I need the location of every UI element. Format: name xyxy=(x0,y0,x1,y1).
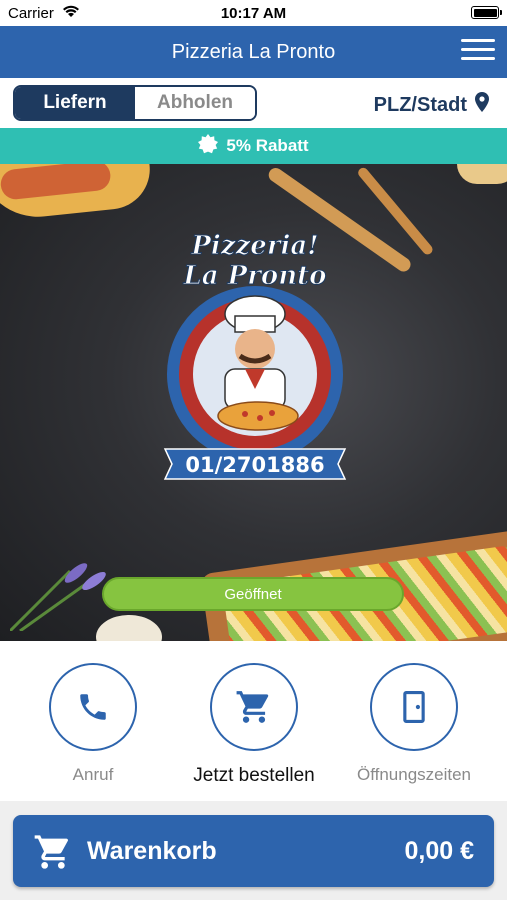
battery-icon xyxy=(471,6,502,19)
pasta-decoration xyxy=(457,164,507,184)
tab-abholen[interactable]: Abholen xyxy=(135,87,255,119)
hours-action[interactable]: Öffnungszeiten xyxy=(334,663,494,785)
cart-total: 0,00 € xyxy=(404,837,474,865)
open-status-badge: Geöffnet xyxy=(102,577,404,611)
discount-label: 5% Rabatt xyxy=(226,136,309,155)
phone-icon xyxy=(80,694,106,720)
restaurant-logo: Pizzeria! La Pronto 01/2701886 xyxy=(163,231,347,480)
call-label: Anruf xyxy=(72,765,114,784)
quick-actions: Anruf Jetzt bestellen Öffnungszeiten xyxy=(0,641,507,801)
tab-liefern[interactable]: Liefern xyxy=(15,87,135,119)
map-pin-icon xyxy=(475,92,489,118)
svg-text:Pizzeria!: Pizzeria! xyxy=(190,231,318,261)
pizza-decoration xyxy=(0,164,154,223)
svg-text:01/2701886: 01/2701886 xyxy=(185,453,324,477)
clock: 10:17 AM xyxy=(220,5,287,22)
order-button[interactable] xyxy=(210,663,298,751)
cart-button[interactable]: Warenkorb 0,00 € xyxy=(13,815,494,887)
hero-image: Pizzeria! La Pronto 01/2701886 Geöffnet xyxy=(0,164,507,641)
discount-banner: 5% Rabatt xyxy=(0,128,507,164)
svg-text:La Pronto: La Pronto xyxy=(182,261,326,291)
order-label: Jetzt bestellen xyxy=(193,765,315,786)
door-icon xyxy=(403,691,425,723)
hamburger-menu-icon[interactable] xyxy=(461,39,495,65)
mode-bar: Liefern Abholen PLZ/Stadt xyxy=(0,78,507,128)
hours-button[interactable] xyxy=(370,663,458,751)
cart-bar: Warenkorb 0,00 € xyxy=(0,801,507,900)
nav-bar: Pizzeria La Pronto xyxy=(0,26,507,78)
cart-icon xyxy=(34,835,68,869)
hours-label: Öffnungszeiten xyxy=(356,765,472,784)
page-title: Pizzeria La Pronto xyxy=(171,41,336,63)
delivery-mode-toggle: Liefern Abholen xyxy=(13,85,257,121)
status-bar: Carrier 10:17 AM xyxy=(0,0,507,26)
location-selector[interactable]: PLZ/Stadt xyxy=(374,92,489,118)
call-button[interactable] xyxy=(49,663,137,751)
badge-icon xyxy=(198,133,219,159)
cart-icon xyxy=(236,691,269,723)
order-action[interactable]: Jetzt bestellen xyxy=(174,663,334,787)
location-label: PLZ/Stadt xyxy=(373,93,467,116)
cart-label: Warenkorb xyxy=(87,837,217,865)
call-action[interactable]: Anruf xyxy=(13,663,173,785)
